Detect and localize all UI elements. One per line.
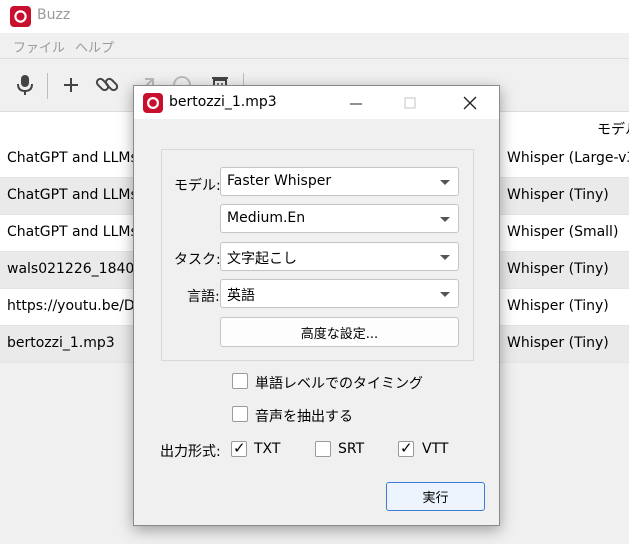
add-file-button[interactable] [57, 71, 85, 99]
close-icon [463, 96, 477, 110]
minimize-button[interactable] [339, 88, 373, 118]
cell-model: Whisper (Tiny) [507, 298, 609, 314]
advanced-settings-button[interactable]: 高度な設定... [220, 317, 459, 347]
model-size-select-value: Medium.En [227, 210, 306, 226]
menu-help[interactable]: ヘルプ [75, 37, 114, 56]
main-titlebar: Buzz [0, 0, 629, 33]
extract-audio-checkbox[interactable] [232, 406, 248, 422]
format-srt-checkbox[interactable] [315, 441, 331, 457]
language-select[interactable]: 英語 [220, 279, 459, 308]
link-icon [95, 77, 119, 92]
word-timing-checkbox[interactable] [232, 373, 248, 389]
menubar: ファイル ヘルプ [0, 33, 629, 59]
buzz-logo-icon [10, 6, 31, 27]
format-srt-label: SRT [338, 441, 365, 457]
cell-file-name: bertozzi_1.mp3 [7, 335, 115, 351]
chevron-down-icon [440, 292, 450, 297]
extract-audio-label: 音声を抽出する [255, 409, 353, 425]
format-txt-checkbox[interactable]: ✓ [231, 439, 247, 457]
cell-file-name: https://youtu.be/Do [7, 298, 144, 314]
cell-file-name: ChatGPT and LLMs [7, 187, 138, 203]
checkmark-icon: ✓ [233, 439, 246, 457]
task-select[interactable]: 文字起こし [220, 242, 459, 271]
output-format-label: 出力形式: [160, 444, 221, 460]
menu-file[interactable]: ファイル [13, 37, 65, 56]
run-button[interactable]: 実行 [386, 482, 485, 511]
checkmark-icon: ✓ [400, 439, 413, 457]
column-header-model[interactable]: モデル [597, 119, 629, 139]
maximize-button[interactable] [393, 88, 427, 118]
cell-model: Whisper (Tiny) [507, 261, 609, 277]
chevron-down-icon [440, 180, 450, 185]
language-select-value: 英語 [227, 288, 255, 304]
model-size-select[interactable]: Medium.En [220, 204, 459, 233]
cell-file-name: ChatGPT and LLMs [7, 150, 138, 166]
app-title: Buzz [37, 7, 71, 23]
maximize-icon [404, 97, 416, 109]
close-button[interactable] [450, 88, 490, 118]
cell-file-name: ChatGPT and LLMs [7, 224, 138, 240]
dialog-title: bertozzi_1.mp3 [169, 94, 277, 110]
task-label: タスク: [174, 252, 221, 268]
format-vtt-checkbox[interactable]: ✓ [398, 439, 414, 457]
format-vtt-label: VTT [422, 441, 449, 457]
cell-model: Whisper (Small) [507, 224, 619, 240]
record-button[interactable] [11, 71, 39, 99]
dialog-titlebar: bertozzi_1.mp3 [134, 86, 499, 119]
add-url-button[interactable] [93, 71, 121, 99]
transcription-dialog: bertozzi_1.mp3 モデル: Faster Whisper Mediu… [133, 85, 500, 526]
model-select-value: Faster Whisper [227, 173, 332, 189]
word-timing-label: 単語レベルでのタイミング [255, 376, 423, 392]
cell-model: Whisper (Tiny) [507, 335, 609, 351]
language-label: 言語: [187, 289, 220, 305]
toolbar-separator [47, 73, 48, 99]
cell-file-name: wals021226_1840.m [7, 261, 153, 277]
cell-model: Whisper (Tiny) [507, 187, 609, 203]
chevron-down-icon [440, 255, 450, 260]
format-txt-label: TXT [254, 441, 281, 457]
model-select[interactable]: Faster Whisper [220, 167, 459, 196]
microphone-icon [17, 75, 33, 95]
buzz-logo-icon [143, 93, 163, 113]
cell-model: Whisper (Large-v3 [507, 150, 629, 166]
model-label: モデル: [174, 178, 221, 194]
minimize-icon [350, 103, 362, 105]
plus-icon [64, 78, 78, 92]
task-select-value: 文字起こし [227, 251, 297, 267]
chevron-down-icon [440, 217, 450, 222]
